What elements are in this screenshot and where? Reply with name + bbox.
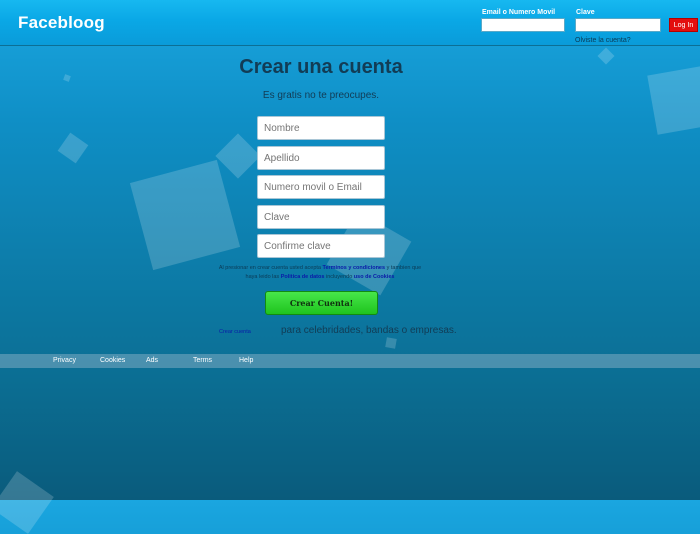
page-subtitle: Es gratis no te preocupes. [262,90,380,101]
cookies-link[interactable]: uso de Cookies [354,274,395,280]
contact-input[interactable] [257,175,385,199]
create-page-link[interactable]: Crear cuenta [219,329,251,335]
login-password-input[interactable] [575,18,661,32]
email-label: Email o Numero Movil [482,9,556,16]
terms-link[interactable]: Terminos y condiciones [323,265,386,271]
data-policy-link[interactable]: Politica de datos [281,274,325,280]
terms-text: Al presionar en crear cuenta usted acept… [218,265,321,271]
footer-link-help[interactable]: Help [239,357,253,364]
footer-link-cookies[interactable]: Cookies [100,357,125,364]
confirm-password-input[interactable] [257,234,385,258]
footer-link-privacy[interactable]: Privacy [53,357,76,364]
login-button[interactable]: Log In [669,18,698,32]
promo-text: para celebridades, bandas o empresas. [281,325,457,336]
footer-link-terms[interactable]: Terms [193,357,212,364]
footer-link-ads[interactable]: Ads [146,357,158,364]
decor-square [57,132,89,164]
terms-notice: Al presionar en crear cuenta usted acept… [215,264,425,282]
decor-square [0,471,54,534]
last-name-input[interactable] [257,146,385,170]
login-email-input[interactable] [481,18,565,32]
page-title: Crear una cuenta [239,56,403,78]
password-label: Clave [576,9,595,16]
terms-text: incluyendo [325,274,353,280]
decor-square [129,159,241,271]
create-account-button[interactable]: Crear Cuenta! [265,291,378,315]
site-logo[interactable]: Facebloog [18,13,105,33]
first-name-input[interactable] [257,116,385,140]
decor-square [215,133,261,179]
decor-square [647,65,700,135]
forgot-account-link[interactable]: Olviste la cuenta? [575,37,631,44]
decor-square [385,337,397,349]
password-input[interactable] [257,205,385,229]
